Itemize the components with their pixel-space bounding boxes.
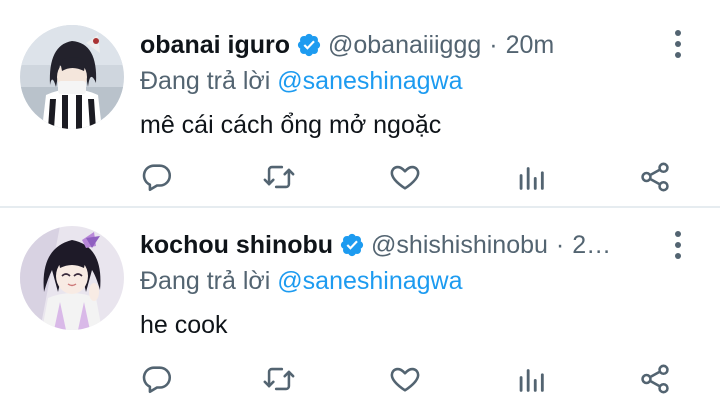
author-name[interactable]: kochou shinobu [140,228,333,262]
more-vertical-icon[interactable] [670,231,686,259]
tweet-actions [140,160,680,196]
reply-to-handle[interactable]: @saneshinagwa [277,67,462,95]
heart-icon[interactable] [388,160,424,196]
separator-dot: · [555,231,565,259]
share-icon[interactable] [638,362,674,398]
reply-icon[interactable] [140,362,176,398]
more-vertical-icon[interactable] [670,30,686,58]
avatar[interactable] [20,226,124,330]
reply-to-handle[interactable]: @saneshinagwa [277,267,462,295]
verified-badge-icon [339,232,365,258]
replying-to-label: Đang trả lời [140,267,271,295]
reply-icon[interactable] [140,160,176,196]
tweet-text: mê cái cách ổng mở ngoặc [140,111,442,139]
timestamp[interactable]: 2… [572,228,611,262]
share-icon[interactable] [638,160,674,196]
heart-icon[interactable] [388,362,424,398]
author-name[interactable]: obanai iguro [140,28,290,62]
replying-to: Đang trả lời @saneshinagwa [140,264,672,298]
author-handle[interactable]: @shishishinobu [371,228,548,262]
tweet-header: obanai iguro @obanaiiiggg · 20m [140,28,672,62]
replying-to: Đang trả lời @saneshinagwa [140,64,672,98]
verified-badge-icon [296,32,322,58]
tweet-2[interactable]: kochou shinobu @shishishinobu · 2… Đang … [0,206,720,413]
tweet-text: he cook [140,311,228,339]
retweet-icon[interactable] [262,362,298,398]
timestamp[interactable]: 20m [506,28,555,62]
retweet-icon[interactable] [262,160,298,196]
replying-to-label: Đang trả lời [140,67,271,95]
tweet-header: kochou shinobu @shishishinobu · 2… [140,228,672,262]
avatar[interactable] [20,25,124,129]
tweet-actions [140,362,680,398]
author-handle[interactable]: @obanaiiiggg [328,28,481,62]
separator-dot: · [489,31,498,59]
analytics-icon[interactable] [514,362,550,398]
analytics-icon[interactable] [514,160,550,196]
tweet-1[interactable]: obanai iguro @obanaiiiggg · 20m Đang trả… [0,0,720,206]
